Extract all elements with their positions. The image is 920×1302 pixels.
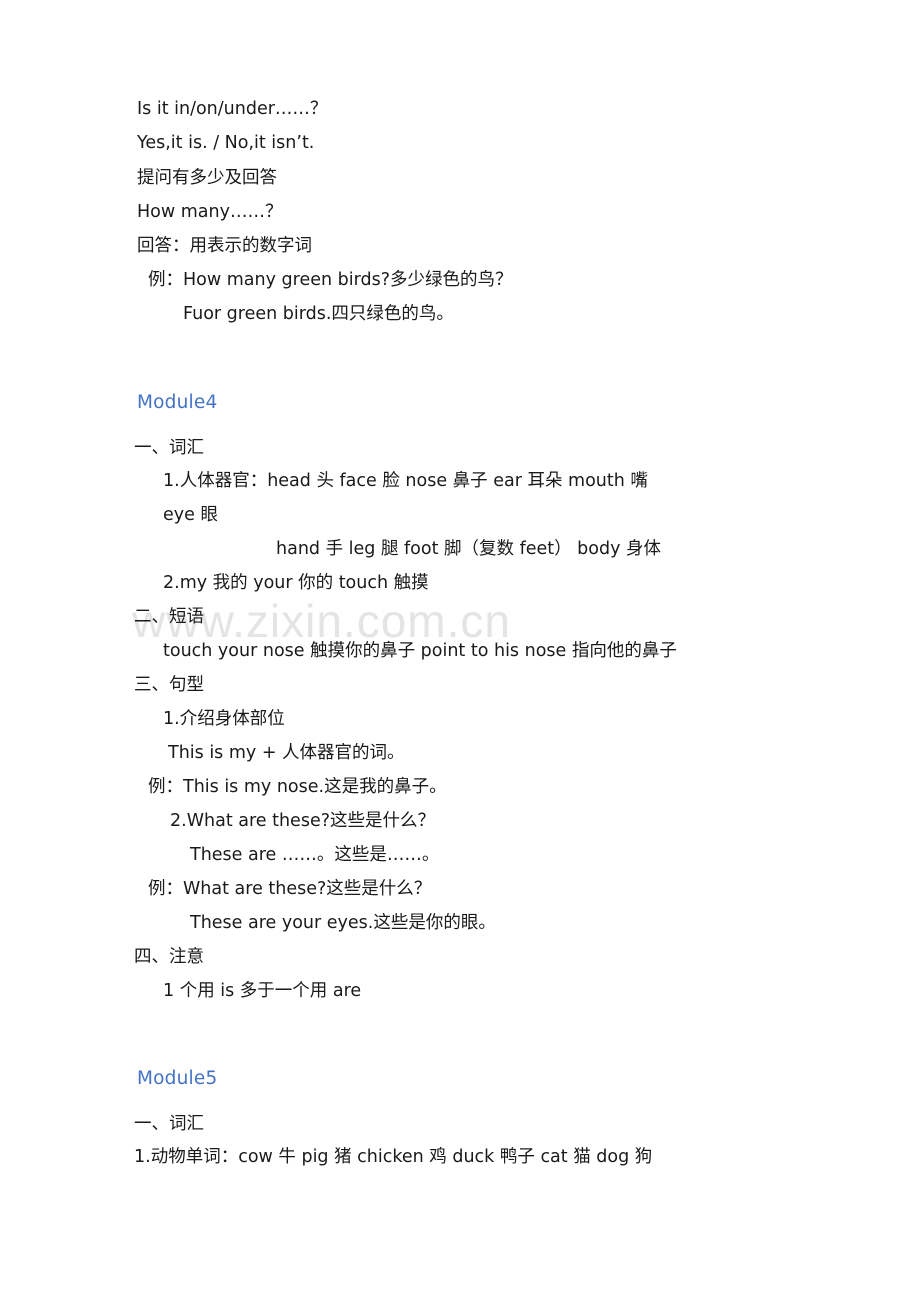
text-line: These are ……。这些是……。 [190,845,440,865]
text-line: How many……？ [137,202,283,222]
text-line: 例：How many green birds?多少绿色的鸟？ [148,270,513,290]
section-heading: Module4 [137,392,218,413]
text-line: Yes,it is. / No,it isn’t. [137,133,315,153]
text-line: eye 眼 [163,505,218,525]
text-line: 1 个用 is 多于一个用 are [163,981,362,1001]
text-line: 三、句型 [134,675,204,695]
document-page: www.zixin.com.cn Is it in/on/under……？ Yes… [0,0,920,1302]
text-line: touch your nose 触摸你的鼻子 point to his nose… [163,641,677,661]
text-line: Is it in/on/under……？ [137,99,328,119]
text-line: 2.What are these?这些是什么？ [170,811,435,831]
text-line: This is my + 人体器官的词。 [168,743,405,763]
text-line: 1.介绍身体部位 [163,709,285,729]
text-line: 例：What are these?这些是什么？ [148,879,432,899]
text-line: 二、短语 [134,607,204,627]
text-line: 一、词汇 [134,438,204,458]
text-line: hand 手 leg 腿 foot 脚（复数 feet） body 身体 [276,539,662,559]
section-heading: Module5 [137,1068,218,1089]
text-line: 1.动物单词：cow 牛 pig 猪 chicken 鸡 duck 鸭子 cat… [134,1147,653,1167]
text-line: Fuor green birds.四只绿色的鸟。 [183,304,454,324]
text-line: 回答：用表示的数字词 [137,236,312,256]
text-line: 提问有多少及回答 [137,168,277,188]
text-line: 2.my 我的 your 你的 touch 触摸 [163,573,429,593]
text-line: 四、注意 [134,947,204,967]
text-line: 一、词汇 [134,1114,204,1134]
text-line: These are your eyes.这些是你的眼。 [190,913,496,933]
text-line: 1.人体器官：head 头 face 脸 nose 鼻子 ear 耳朵 mout… [163,471,648,491]
text-line: 例：This is my nose.这是我的鼻子。 [148,777,447,797]
